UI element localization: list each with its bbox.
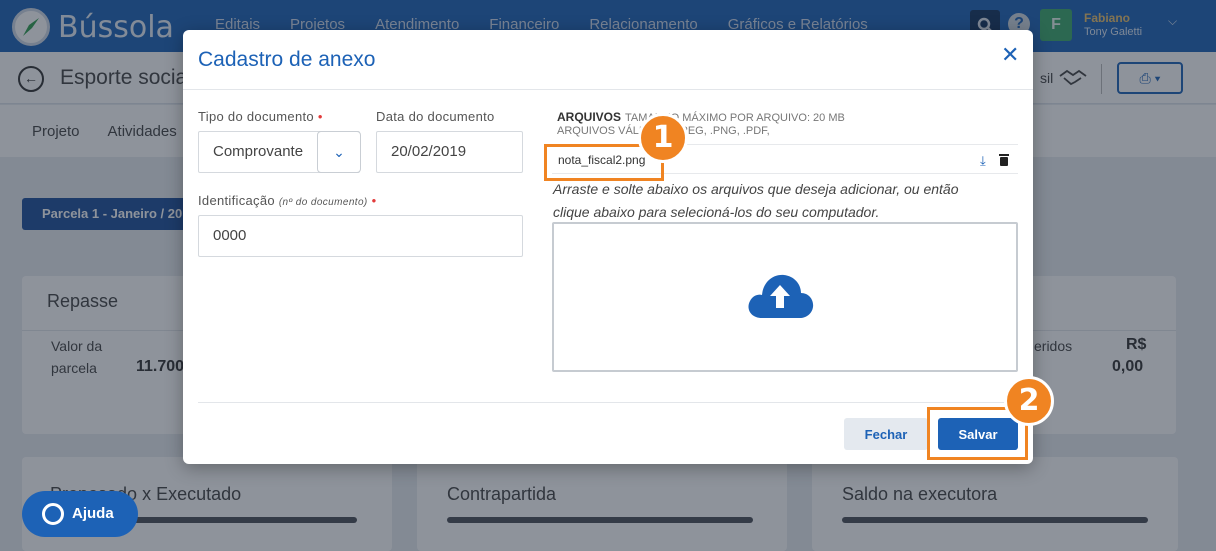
tipo-documento-label: Tipo do documento • — [198, 109, 323, 124]
tipo-documento-value: Comprovante — [213, 143, 304, 160]
arquivos-title: ARQUIVOS TAMANHO MÁXIMO POR ARQUIVO: 20 M… — [557, 110, 845, 124]
cadastro-anexo-modal: Cadastro de anexo ✕ Tipo do documento • C… — [183, 30, 1033, 464]
arquivos-title-text: ARQUIVOS — [557, 110, 622, 124]
tipo-documento-select[interactable]: Comprovante ⌄ — [198, 131, 361, 173]
data-documento-input[interactable]: 20/02/2019 — [376, 131, 523, 173]
identificacao-label: Identificação (nº do documento) • — [198, 193, 377, 208]
modal-title: Cadastro de anexo — [198, 48, 376, 71]
identificacao-input[interactable]: 0000 — [198, 215, 523, 257]
tipo-documento-label-text: Tipo do documento — [198, 109, 314, 124]
ajuda-button[interactable]: Ajuda — [22, 491, 138, 537]
chat-bubble-icon — [42, 503, 64, 525]
identificacao-label-text: Identificação — [198, 193, 275, 208]
download-icon[interactable]: ⤓ — [980, 153, 986, 169]
file-dropzone[interactable] — [552, 222, 1018, 372]
cloud-upload-icon — [748, 274, 814, 318]
close-icon[interactable]: ✕ — [1001, 42, 1019, 68]
footer-divider — [198, 402, 1018, 403]
modal-header: Cadastro de anexo ✕ — [183, 30, 1033, 90]
trash-icon[interactable] — [998, 153, 1010, 171]
identificacao-hint: (nº do documento) — [278, 197, 368, 208]
fechar-button[interactable]: Fechar — [844, 418, 928, 450]
required-marker: • — [317, 109, 323, 124]
drop-instructions: Arraste e solte abaixo os arquivos que d… — [553, 181, 959, 220]
chevron-down-icon[interactable]: ⌄ — [317, 131, 361, 173]
callout-badge-2: 2 — [1004, 376, 1054, 426]
callout-badge-1: 1 — [638, 113, 688, 163]
data-documento-label: Data do documento — [376, 109, 495, 124]
required-marker: • — [371, 193, 377, 208]
ajuda-label: Ajuda — [72, 505, 114, 522]
